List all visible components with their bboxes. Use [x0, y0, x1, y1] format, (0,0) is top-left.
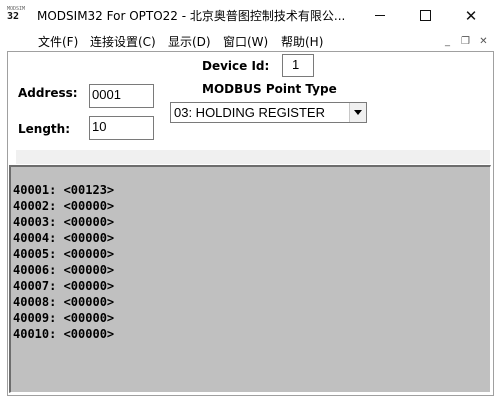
- dropdown-arrow-button[interactable]: [349, 103, 366, 122]
- register-row[interactable]: 40008: <00000>: [13, 294, 114, 310]
- point-type-label: MODBUS Point Type: [202, 82, 337, 96]
- minimize-icon: [375, 15, 385, 16]
- length-label: Length:: [18, 122, 70, 136]
- menu-file[interactable]: 文件(F): [38, 33, 78, 50]
- register-row[interactable]: 40002: <00000>: [13, 198, 114, 214]
- register-row[interactable]: 40010: <00000>: [13, 326, 114, 342]
- menu-display[interactable]: 显示(D): [168, 33, 211, 50]
- register-row[interactable]: 40005: <00000>: [13, 246, 114, 262]
- child-close-icon[interactable]: ✕: [476, 35, 491, 49]
- menu-bar: 文件(F) 连接设置(C) 显示(D) 窗口(W) 帮助(H) _ ❐ ✕: [0, 31, 501, 51]
- chevron-down-icon: [354, 110, 362, 115]
- register-row[interactable]: 40004: <00000>: [13, 230, 114, 246]
- register-row[interactable]: 40007: <00000>: [13, 278, 114, 294]
- register-row[interactable]: 40003: <00000>: [13, 214, 114, 230]
- menu-help[interactable]: 帮助(H): [281, 33, 323, 50]
- app-icon[interactable]: MODSIM 32: [7, 6, 29, 24]
- address-label: Address:: [18, 86, 78, 100]
- window-title: MODSIM32 For OPTO22 - 北京奥普图控制技术有限公...: [37, 9, 346, 23]
- register-row[interactable]: 40001: <00123>: [13, 182, 114, 198]
- close-button[interactable]: ✕: [448, 0, 494, 31]
- maximize-button[interactable]: [402, 0, 448, 31]
- app-window: MODSIM 32 MODSIM32 For OPTO22 - 北京奥普图控制技…: [0, 0, 501, 403]
- address-field[interactable]: 0001: [89, 84, 154, 108]
- minimize-button[interactable]: [357, 0, 403, 31]
- title-bar[interactable]: MODSIM 32 MODSIM32 For OPTO22 - 北京奥普图控制技…: [0, 0, 501, 31]
- status-strip: [16, 150, 490, 164]
- menu-window[interactable]: 窗口(W): [223, 33, 268, 50]
- register-data-pane[interactable]: 40001: <00123> 40002: <00000> 40003: <00…: [9, 165, 491, 393]
- child-minimize-icon[interactable]: _: [440, 35, 455, 49]
- device-id-field[interactable]: 1: [282, 54, 314, 77]
- point-type-value: 03: HOLDING REGISTER: [174, 105, 325, 120]
- child-restore-icon[interactable]: ❐: [458, 35, 473, 49]
- register-row[interactable]: 40006: <00000>: [13, 262, 114, 278]
- app-icon-bottom-text: 32: [7, 11, 20, 22]
- menu-connection[interactable]: 连接设置(C): [90, 33, 156, 50]
- maximize-icon: [419, 10, 431, 21]
- device-id-label: Device Id:: [202, 59, 270, 73]
- register-row[interactable]: 40009: <00000>: [13, 310, 114, 326]
- length-field[interactable]: 10: [89, 116, 154, 140]
- point-type-select[interactable]: 03: HOLDING REGISTER: [170, 102, 367, 123]
- close-icon: ✕: [464, 6, 478, 25]
